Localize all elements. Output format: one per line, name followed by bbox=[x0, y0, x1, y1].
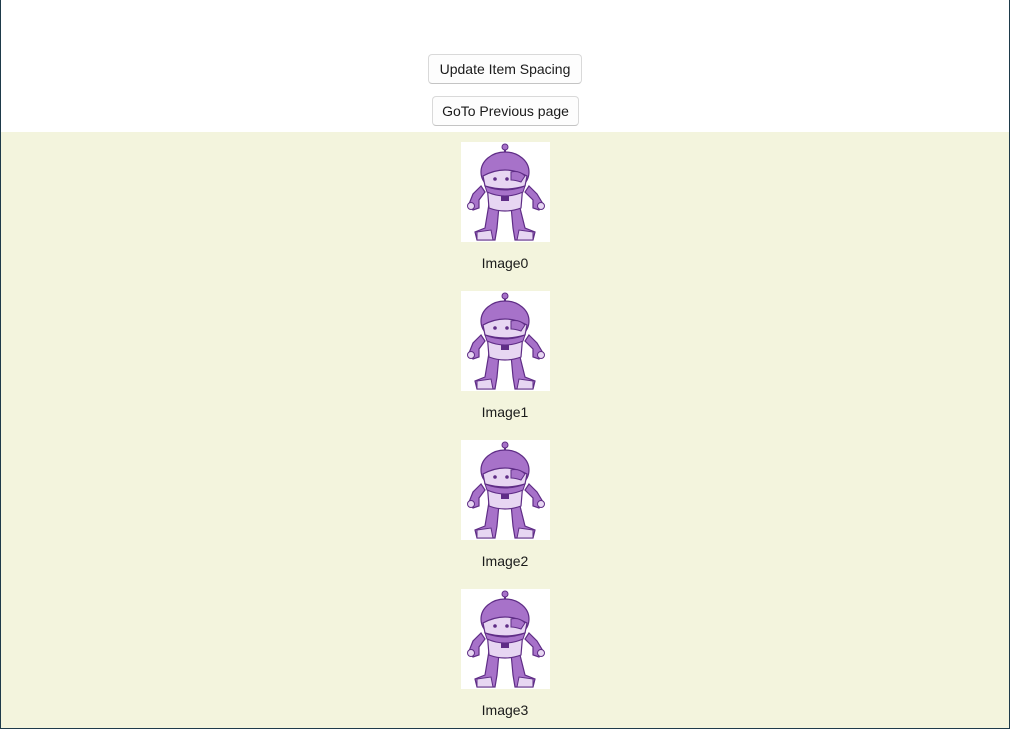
list-item[interactable]: Image2 bbox=[1, 430, 1009, 579]
item-label: Image1 bbox=[481, 404, 529, 420]
list-item[interactable]: Image3 bbox=[1, 579, 1009, 728]
goto-previous-page-button[interactable]: GoTo Previous page bbox=[432, 96, 579, 126]
robot-icon bbox=[461, 440, 550, 540]
list-item[interactable]: Image0 bbox=[1, 132, 1009, 281]
update-item-spacing-button[interactable]: Update Item Spacing bbox=[428, 54, 582, 84]
list-item[interactable]: Image1 bbox=[1, 281, 1009, 430]
robot-icon bbox=[461, 589, 550, 689]
item-label: Image0 bbox=[481, 255, 529, 271]
robot-icon bbox=[461, 142, 550, 242]
header-panel: Update Item Spacing GoTo Previous page bbox=[1, 0, 1009, 132]
robot-icon bbox=[461, 291, 550, 391]
item-label: Image3 bbox=[481, 702, 529, 718]
image-list[interactable]: Image0 Image1 Image2 Image3 bbox=[1, 132, 1009, 728]
item-label: Image2 bbox=[481, 553, 529, 569]
app-window: Update Item Spacing GoTo Previous page I… bbox=[1, 0, 1009, 728]
